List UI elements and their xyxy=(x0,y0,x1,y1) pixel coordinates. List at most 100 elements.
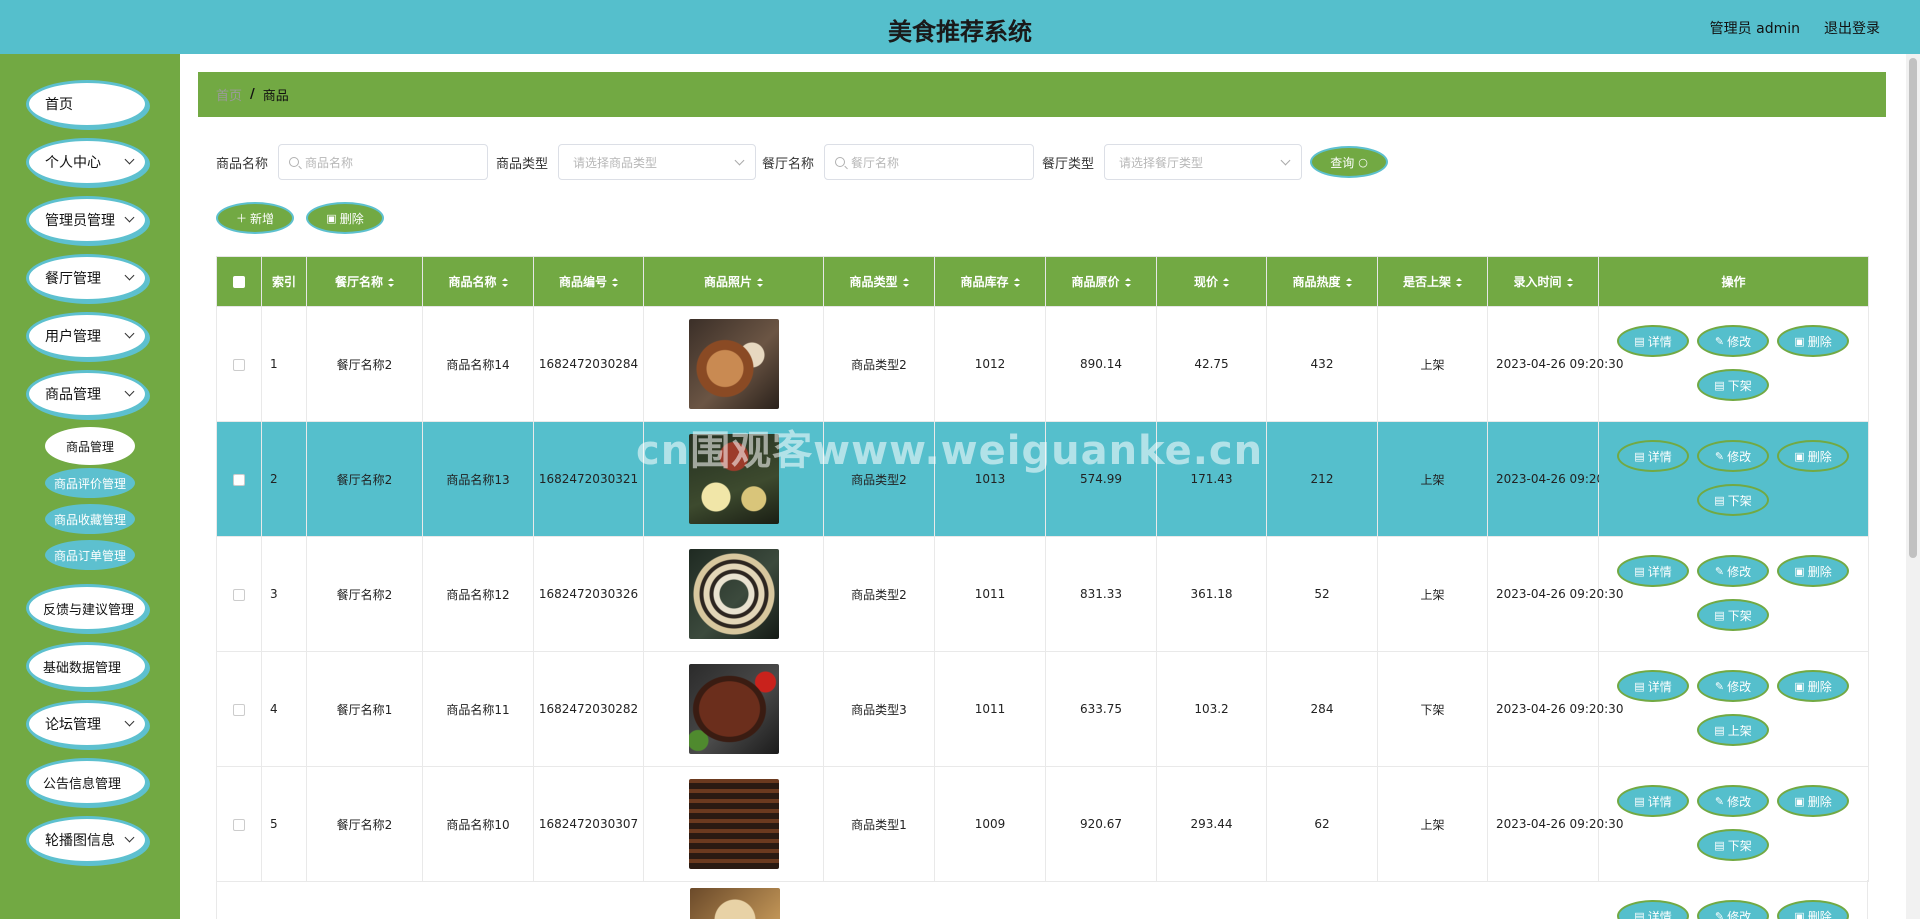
sub-item-goods-review[interactable]: 商品评价管理 xyxy=(45,468,135,498)
col-goods-heat[interactable]: 商品热度 xyxy=(1266,256,1378,307)
sidebar-item-notice[interactable]: 公告信息管理 xyxy=(26,758,148,806)
edit-button[interactable]: ✎ 修改 xyxy=(1697,670,1769,702)
breadcrumb-home[interactable]: 首页 xyxy=(216,85,242,104)
breadcrumb: 首页 / 商品 xyxy=(198,72,1886,117)
sub-item-goods-management[interactable]: 商品管理 xyxy=(45,427,135,465)
cell-goods-photo xyxy=(643,651,824,767)
sort-icon[interactable] xyxy=(1223,278,1229,287)
select-all-checkbox[interactable] xyxy=(233,276,245,288)
sidebar-item-restaurant-management[interactable]: 餐厅管理 xyxy=(26,254,148,302)
cell-goods-stock: 1013 xyxy=(934,421,1046,537)
col-goods-stock[interactable]: 商品库存 xyxy=(934,256,1046,307)
col-goods-photo[interactable]: 商品照片 xyxy=(643,256,824,307)
sort-icon[interactable] xyxy=(1566,278,1573,287)
row-delete-button[interactable]: ▣ 删除 xyxy=(1777,555,1849,587)
row-delete-button[interactable]: ▣ 删除 xyxy=(1777,900,1849,919)
sidebar-item-goods-management[interactable]: 商品管理 xyxy=(26,370,148,418)
sort-icon[interactable] xyxy=(1456,278,1462,287)
col-entry-time[interactable]: 录入时间 xyxy=(1487,256,1599,307)
shelf-toggle-button[interactable]: ▤ 下架 xyxy=(1697,829,1769,861)
shelf-toggle-button[interactable]: ▤ 下架 xyxy=(1697,484,1769,516)
detail-button[interactable]: ▤ 详情 xyxy=(1617,555,1689,587)
row-delete-button[interactable]: ▣ 删除 xyxy=(1777,670,1849,702)
food-photo-image[interactable] xyxy=(688,664,779,754)
sort-icon[interactable] xyxy=(612,278,618,287)
row-checkbox[interactable] xyxy=(233,703,245,716)
detail-button[interactable]: ▤ 详情 xyxy=(1617,785,1689,817)
sort-icon[interactable] xyxy=(902,278,909,287)
sidebar-item-personal-center[interactable]: 个人中心 xyxy=(26,138,148,186)
detail-button[interactable]: ▤ 详情 xyxy=(1617,900,1689,919)
food-photo-image[interactable] xyxy=(688,319,779,409)
pencil-icon: ✎ xyxy=(1714,794,1725,808)
col-restaurant-name[interactable]: 餐厅名称 xyxy=(306,256,423,307)
filter-goods-name: 商品名称 商品名称 xyxy=(216,144,489,180)
document-icon: ▤ xyxy=(1714,608,1725,622)
shelf-toggle-label: 下架 xyxy=(1727,493,1752,508)
row-delete-button[interactable]: ▣ 删除 xyxy=(1777,440,1849,472)
sort-icon[interactable] xyxy=(388,278,394,287)
row-checkbox[interactable] xyxy=(233,818,245,831)
shelf-toggle-button[interactable]: ▤ 下架 xyxy=(1697,599,1769,631)
document-icon: ▤ xyxy=(1634,909,1645,919)
detail-button[interactable]: ▤ 详情 xyxy=(1617,440,1689,472)
col-on-shelf[interactable]: 是否上架 xyxy=(1377,256,1488,307)
edit-label: 修改 xyxy=(1727,679,1752,694)
goods-name-input[interactable]: 商品名称 xyxy=(278,144,489,180)
col-current-price[interactable]: 现价 xyxy=(1156,256,1267,307)
sidebar-item-forum[interactable]: 论坛管理 xyxy=(26,700,148,748)
col-goods-type[interactable]: 商品类型 xyxy=(823,256,935,307)
sidebar-item-user-management[interactable]: 用户管理 xyxy=(26,312,148,360)
table-row: 5 餐厅名称2 商品名称10 1682472030307 商品类型1 1009 … xyxy=(216,766,1869,882)
sub-item-goods-order[interactable]: 商品订单管理 xyxy=(45,540,135,570)
col-label: 商品编号 xyxy=(558,275,607,289)
sidebar-item-label: 管理员管理 xyxy=(45,213,115,229)
edit-button[interactable]: ✎ 修改 xyxy=(1697,325,1769,357)
edit-button[interactable]: ✎ 修改 xyxy=(1697,555,1769,587)
delete-label: 删除 xyxy=(1807,334,1832,349)
goods-type-select[interactable]: 请选择商品类型 xyxy=(558,144,757,180)
sidebar-item-admin-management[interactable]: 管理员管理 xyxy=(26,196,148,244)
scrollbar-thumb[interactable] xyxy=(1909,58,1917,558)
sidebar-item-base-data[interactable]: 基础数据管理 xyxy=(26,642,148,690)
edit-button[interactable]: ✎ 修改 xyxy=(1697,785,1769,817)
row-checkbox[interactable] xyxy=(233,473,245,486)
food-photo-image[interactable] xyxy=(688,779,779,869)
col-goods-name[interactable]: 商品名称 xyxy=(422,256,534,307)
sort-icon[interactable] xyxy=(1013,278,1020,287)
cell-original-price: 920.67 xyxy=(1045,766,1157,882)
food-photo-image[interactable] xyxy=(688,549,779,639)
restaurant-type-select[interactable]: 请选择餐厅类型 xyxy=(1104,144,1303,180)
restaurant-name-input[interactable]: 餐厅名称 xyxy=(824,144,1035,180)
detail-button[interactable]: ▤ 详情 xyxy=(1617,670,1689,702)
sub-item-goods-favorite[interactable]: 商品收藏管理 xyxy=(45,504,135,534)
chevron-down-icon xyxy=(124,270,135,281)
sidebar-item-home[interactable]: 首页 xyxy=(26,80,148,128)
sort-icon[interactable] xyxy=(501,278,508,287)
col-original-price[interactable]: 商品原价 xyxy=(1045,256,1157,307)
logout-link[interactable]: 退出登录 xyxy=(1824,18,1880,38)
sort-icon[interactable] xyxy=(1345,278,1352,287)
cell-goods-code: 1682472030282 xyxy=(533,651,644,767)
col-goods-code[interactable]: 商品编号 xyxy=(533,256,644,307)
edit-button[interactable]: ✎ 修改 xyxy=(1697,900,1769,919)
row-checkbox[interactable] xyxy=(233,358,245,371)
food-photo-image[interactable] xyxy=(690,888,780,919)
sidebar-item-carousel[interactable]: 轮播图信息 xyxy=(26,816,148,864)
restaurant-type-label: 餐厅类型 xyxy=(1042,156,1095,172)
sort-icon[interactable] xyxy=(1124,278,1131,287)
query-button[interactable]: 查询 ○ xyxy=(1310,146,1388,178)
row-delete-button[interactable]: ▣ 删除 xyxy=(1777,785,1849,817)
delete-button[interactable]: ▣ 删除 xyxy=(306,202,384,234)
food-photo-image[interactable] xyxy=(688,434,779,524)
add-button[interactable]: ＋新增 xyxy=(216,202,294,234)
shelf-toggle-button[interactable]: ▤ 上架 xyxy=(1697,714,1769,746)
sort-icon[interactable] xyxy=(757,278,763,287)
edit-button[interactable]: ✎ 修改 xyxy=(1697,440,1769,472)
pencil-icon: ✎ xyxy=(1714,909,1725,919)
row-checkbox[interactable] xyxy=(233,588,245,601)
shelf-toggle-button[interactable]: ▤ 下架 xyxy=(1697,369,1769,401)
detail-button[interactable]: ▤ 详情 xyxy=(1617,325,1689,357)
sidebar-item-feedback[interactable]: 反馈与建议管理 xyxy=(26,584,148,632)
row-delete-button[interactable]: ▣ 删除 xyxy=(1777,325,1849,357)
